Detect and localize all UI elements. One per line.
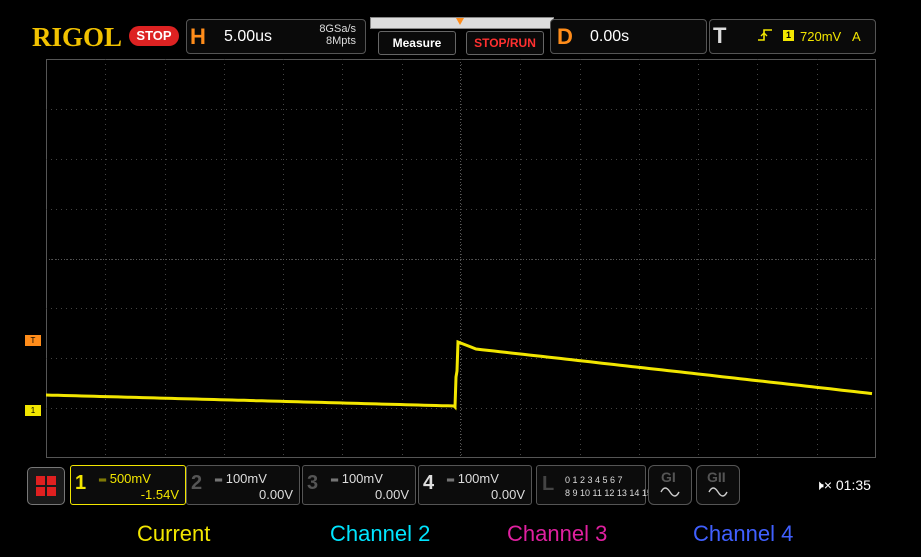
ch1-ground-marker[interactable]: 1: [25, 405, 41, 416]
trigger-letter: T: [713, 23, 727, 48]
dc-coupling-icon: ═: [331, 475, 339, 486]
sine-wave-icon: [708, 487, 728, 497]
logic-channels-row-2: 8 9 10 11 12 13 14 15: [565, 488, 652, 498]
channel-4-number: 4: [423, 472, 435, 494]
trigger-mode: A: [852, 29, 861, 44]
legend-ch2: Channel 2: [330, 521, 431, 546]
delay-letter: D: [557, 24, 573, 49]
generator-1-button[interactable]: GI: [648, 465, 692, 505]
sine-wave-icon: [660, 487, 680, 497]
dc-coupling-icon: ═: [447, 475, 455, 486]
stop-run-button[interactable]: STOP/RUN: [466, 31, 544, 55]
menu-grid-icon: [36, 476, 56, 496]
trigger-level-value: 720mV: [800, 29, 842, 44]
channel-4-scale: ═ 100mV: [447, 471, 499, 486]
run-status-badge[interactable]: STOP: [129, 26, 179, 46]
channel-2-scale: ═ 100mV: [215, 471, 267, 486]
channel-2-panel[interactable]: 2 ═ 100mV 0.00V: [186, 465, 300, 505]
channel-2-scale-text: 100mV: [225, 471, 267, 486]
channel-4-panel[interactable]: 4 ═ 100mV 0.00V: [418, 465, 532, 505]
channel-1-panel[interactable]: 1 ═ 500mV -1.54V: [70, 465, 186, 505]
channel-2-number: 2: [191, 472, 203, 494]
dc-coupling-icon: ═: [99, 475, 107, 486]
generator-1-label: GI: [661, 469, 676, 485]
logic-channels-row-1: 0 1 2 3 4 5 6 7: [565, 475, 623, 485]
channel-3-scale: ═ 100mV: [331, 471, 383, 486]
main-menu-button[interactable]: [27, 467, 65, 505]
trigger-source-badge: 1: [783, 30, 794, 41]
generator-2-button[interactable]: GII: [696, 465, 740, 505]
channel-3-number: 3: [307, 472, 319, 494]
channel-3-scale-text: 100mV: [341, 471, 383, 486]
trigger-level-marker[interactable]: T: [25, 335, 41, 346]
memory-position-marker-icon: [456, 18, 464, 25]
horizontal-letter: H: [190, 24, 206, 49]
rigol-logo: RIGOL: [32, 22, 123, 52]
logic-analyzer-panel[interactable]: L 0 1 2 3 4 5 6 7 8 9 10 11 12 13 14 15: [536, 465, 652, 505]
memory-depth: 8Mpts: [326, 35, 356, 47]
timebase-value: 5.00us: [224, 28, 273, 45]
channel-2-offset: 0.00V: [259, 487, 293, 502]
channel-4-offset: 0.00V: [491, 487, 525, 502]
delay-value: 0.00s: [590, 28, 630, 45]
legend-ch4: Channel 4: [693, 521, 794, 546]
channel-1-scale: ═ 500mV: [99, 471, 151, 486]
status-area: 🕨× 01:35: [815, 477, 871, 494]
channel-1-scale-text: 500mV: [109, 471, 151, 486]
legend-ch3: Channel 3: [507, 521, 608, 546]
rising-edge-icon: [757, 28, 773, 45]
dc-coupling-icon: ═: [215, 475, 223, 486]
channel-4-scale-text: 100mV: [457, 471, 499, 486]
measure-button[interactable]: Measure: [378, 31, 456, 55]
channel-3-panel[interactable]: 3 ═ 100mV 0.00V: [302, 465, 416, 505]
generator-2-label: GII: [707, 469, 726, 485]
sample-info: 8GSa/s 8Mpts: [304, 23, 356, 47]
logic-letter: L: [542, 473, 555, 495]
channel-1-number: 1: [75, 472, 87, 494]
clock-time: 01:35: [835, 477, 871, 493]
channel-3-offset: 0.00V: [375, 487, 409, 502]
channel-1-offset: -1.54V: [140, 487, 179, 502]
legend-ch1: Current: [137, 521, 211, 546]
speaker-mute-icon[interactable]: 🕨×: [815, 477, 832, 493]
sample-rate: 8GSa/s: [319, 23, 356, 35]
waveform-display[interactable]: [46, 59, 876, 458]
